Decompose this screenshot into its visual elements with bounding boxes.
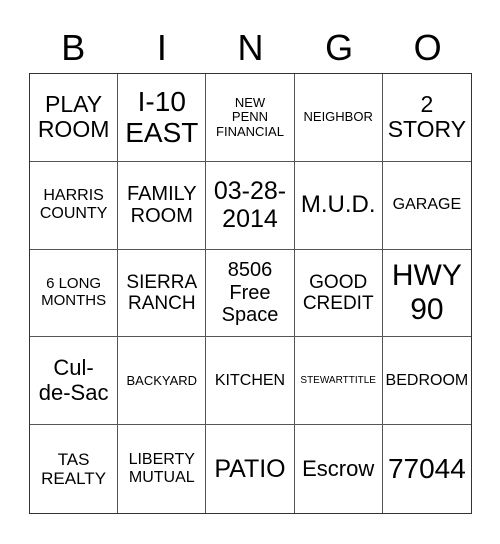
- bingo-cell[interactable]: FAMILY ROOM: [118, 161, 207, 250]
- bingo-cell[interactable]: NEW PENN FINANCIAL: [206, 74, 295, 162]
- bingo-cell[interactable]: 2 STORY: [382, 74, 471, 162]
- header-letter-b: B: [61, 27, 86, 68]
- free-space-cell[interactable]: 8506 Free Space: [206, 249, 295, 338]
- bingo-cell[interactable]: Cul- de-Sac: [30, 337, 119, 426]
- bingo-cell[interactable]: TAS REALTY: [30, 425, 119, 513]
- bingo-cell[interactable]: BACKYARD: [118, 337, 207, 426]
- bingo-cell[interactable]: GOOD CREDIT: [294, 249, 383, 338]
- bingo-cell[interactable]: SIERRA RANCH: [118, 249, 207, 338]
- bingo-cell[interactable]: 03-28- 2014: [206, 161, 295, 250]
- bingo-cell[interactable]: M.U.D.: [294, 161, 383, 250]
- bingo-cell[interactable]: PLAY ROOM: [30, 74, 119, 162]
- bingo-cell[interactable]: BEDROOM: [382, 337, 471, 426]
- bingo-cell[interactable]: Escrow: [295, 425, 383, 513]
- bingo-cell[interactable]: LIBERTY MUTUAL: [118, 425, 207, 513]
- bingo-cell[interactable]: 77044: [383, 425, 471, 513]
- header-letter-g: G: [325, 27, 354, 68]
- header-letter-i: I: [156, 27, 167, 68]
- header-letter-n: N: [237, 27, 264, 68]
- bingo-cell[interactable]: HWY 90: [382, 250, 471, 338]
- bingo-cell[interactable]: I-10 EAST: [118, 74, 207, 162]
- bingo-cell[interactable]: 6 LONG MONTHS: [30, 249, 119, 338]
- header-letter-o: O: [413, 27, 442, 68]
- bingo-cell[interactable]: GARAGE: [382, 162, 471, 250]
- bingo-cell[interactable]: HARRIS COUNTY: [30, 161, 119, 250]
- bingo-cell[interactable]: PATIO: [206, 425, 295, 513]
- bingo-cell[interactable]: NEIGHBOR: [294, 74, 383, 162]
- bingo-grid: PLAY ROOM I-10 EAST NEW PENN FINANCIAL N…: [29, 73, 472, 514]
- bingo-header: B I N G O: [29, 24, 472, 72]
- bingo-cell[interactable]: KITCHEN: [206, 337, 295, 426]
- bingo-cell[interactable]: STEWARTTITLE: [294, 337, 383, 426]
